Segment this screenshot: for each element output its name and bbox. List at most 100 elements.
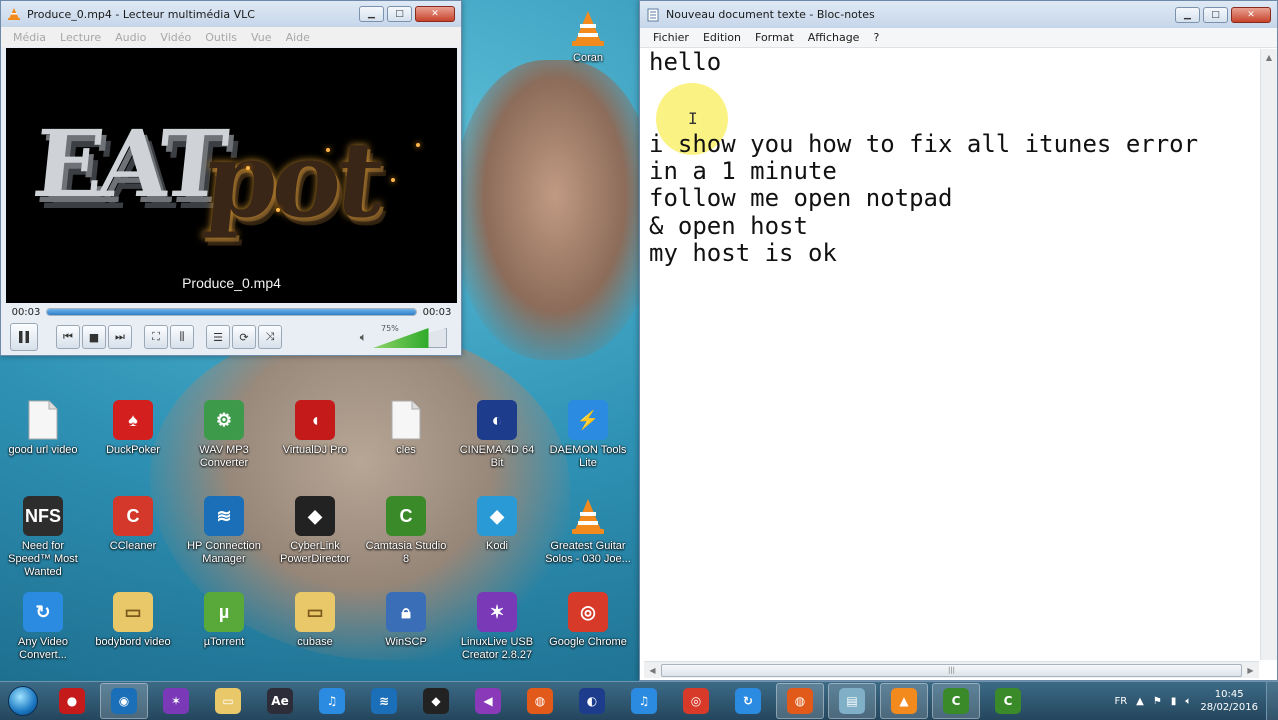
menu-fichier[interactable]: Fichier [646, 31, 696, 44]
desktop-icon[interactable]: ♠ DuckPoker [90, 400, 176, 457]
menu-video[interactable]: Vidéo [160, 31, 191, 44]
desktop-icon[interactable]: ≋ HP Connection Manager [181, 496, 267, 566]
pause-button[interactable] [10, 323, 38, 351]
close-button[interactable]: ✕ [415, 6, 455, 22]
desktop-icon[interactable]: 🔒︎ WinSCP [363, 592, 449, 649]
menu-aide[interactable]: Aide [286, 31, 310, 44]
desktop-icon[interactable]: ✶ LinuxLive USB Creator 2.8.27 [454, 592, 540, 662]
playlist-button[interactable]: ☰ [206, 325, 230, 349]
desktop-icon[interactable]: ◐ CINEMA 4D 64 Bit [454, 400, 540, 470]
desktop-icon[interactable]: µ µTorrent [181, 592, 267, 649]
desktop-icon[interactable]: ▭ cubase [272, 592, 358, 649]
desktop-icon[interactable]: cles [363, 400, 449, 457]
taskbar-button[interactable]: ↻ [724, 683, 772, 719]
fullscreen-button[interactable]: ⛶ [144, 325, 168, 349]
document-icon [386, 400, 426, 440]
stop-button[interactable]: ■ [82, 325, 106, 349]
vertical-scrollbar[interactable]: ▲ [1260, 49, 1277, 660]
menu-outils[interactable]: Outils [205, 31, 237, 44]
horizontal-scroll-thumb[interactable]: ||| [661, 663, 1242, 677]
menu-media[interactable]: Média [13, 31, 46, 44]
desktop-icon[interactable]: Coran [545, 8, 631, 65]
menu-edition[interactable]: Edition [696, 31, 748, 44]
taskbar-button[interactable]: ♫ [308, 683, 356, 719]
clock[interactable]: 10:45 28/02/2016 [1200, 688, 1258, 714]
desktop-icon[interactable]: ◆ Kodi [454, 496, 540, 553]
horizontal-scrollbar[interactable]: ◀ ||| ▶ [644, 661, 1259, 678]
minimize-button[interactable]: ▁ [1175, 6, 1200, 23]
language-indicator[interactable]: FR [1114, 696, 1127, 707]
desktop-icon[interactable]: ↻ Any Video Convert... [0, 592, 86, 662]
desktop-icon[interactable]: ▭ bodybord video [90, 592, 176, 649]
notepad-titlebar[interactable]: Nouveau document texte - Bloc-notes ▁ □ … [640, 1, 1277, 28]
vlc-window[interactable]: Produce_0.mp4 - Lecteur multimédia VLC ▁… [0, 0, 462, 356]
desktop-icon[interactable]: ◆ CyberLink PowerDirector [272, 496, 358, 566]
itunes-icon: ♫ [319, 688, 345, 714]
taskbar-button[interactable]: ≋ [360, 683, 408, 719]
taskbar-button[interactable]: C [984, 683, 1032, 719]
desktop-icon-label: good url video [8, 444, 78, 456]
taskbar-button[interactable]: ▭ [204, 683, 252, 719]
menu-audio[interactable]: Audio [115, 31, 146, 44]
menu-format[interactable]: Format [748, 31, 801, 44]
taskbar-button[interactable]: ◀ [464, 683, 512, 719]
video-area[interactable]: EAT pot Produce_0.mp4 [6, 48, 457, 303]
loop-button[interactable]: ⟳ [232, 325, 256, 349]
taskbar-button[interactable]: Ae [256, 683, 304, 719]
taskbar-button[interactable]: ▤ [828, 683, 876, 719]
menu-affichage[interactable]: Affichage [801, 31, 867, 44]
battery-icon[interactable]: ▮ [1171, 696, 1177, 707]
desktop-icon[interactable]: Greatest Guitar Solos - 030 Joe... [545, 496, 631, 566]
shuffle-button[interactable]: ⤨ [258, 325, 282, 349]
start-button[interactable] [0, 682, 46, 720]
show-desktop-button[interactable] [1266, 682, 1278, 720]
flag-icon[interactable]: ⚑ [1153, 696, 1162, 707]
desktop-icon-label: WAV MP3 Converter [199, 444, 249, 469]
desktop-icon[interactable]: C Camtasia Studio 8 [363, 496, 449, 566]
taskbar-button[interactable]: ◍ [776, 683, 824, 719]
menu-vue[interactable]: Vue [251, 31, 272, 44]
taskbar-button[interactable]: ◎ [672, 683, 720, 719]
taskbar-button[interactable]: ♫ [620, 683, 668, 719]
menu-lecture[interactable]: Lecture [60, 31, 101, 44]
maximize-button[interactable]: □ [1203, 6, 1228, 23]
scroll-up-icon[interactable]: ▲ [1261, 49, 1277, 66]
taskbar-button[interactable]: ✶ [152, 683, 200, 719]
next-button[interactable]: ⏭ [108, 325, 132, 349]
close-button[interactable]: ✕ [1231, 6, 1271, 23]
tray-arrow-icon[interactable]: ▲ [1136, 696, 1144, 707]
volume-slider[interactable]: 75% [373, 324, 447, 348]
desktop-icon[interactable]: C CCleaner [90, 496, 176, 553]
notepad-text-area[interactable]: hello i show you how to fix all itunes e… [644, 49, 1259, 660]
scroll-right-icon[interactable]: ▶ [1242, 666, 1259, 675]
desktop-icon-label: Camtasia Studio 8 [365, 540, 447, 565]
vlc-titlebar[interactable]: Produce_0.mp4 - Lecteur multimédia VLC ▁… [1, 1, 461, 27]
minimize-button[interactable]: ▁ [359, 6, 384, 22]
desktop-icon[interactable]: ⚙ WAV MP3 Converter [181, 400, 267, 470]
desktop-icon[interactable]: good url video [0, 400, 86, 457]
taskbar-button[interactable]: ◉ [100, 683, 148, 719]
controls-row: ⏮ ■ ⏭ ⛶ ⫼ ☰ ⟳ ⤨ 🔈︎ 75% [6, 321, 457, 353]
taskbar-button[interactable]: ▲ [880, 683, 928, 719]
previous-button[interactable]: ⏮ [56, 325, 80, 349]
firefox-icon: ◍ [787, 688, 813, 714]
maximize-button[interactable]: □ [387, 6, 412, 22]
notepad-window[interactable]: Nouveau document texte - Bloc-notes ▁ □ … [639, 0, 1278, 681]
desktop-icon[interactable]: ◎ Google Chrome [545, 592, 631, 649]
seek-bar[interactable] [46, 308, 417, 316]
taskbar-button[interactable]: ● [48, 683, 96, 719]
desktop-icon-label: VirtualDJ Pro [282, 444, 348, 456]
desktop-icon-label: Greatest Guitar Solos - 030 Joe... [545, 540, 631, 565]
desktop-icon[interactable]: ◖ VirtualDJ Pro [272, 400, 358, 457]
extended-settings-button[interactable]: ⫼ [170, 325, 194, 349]
volume-icon[interactable]: 🔈︎ [1185, 696, 1191, 707]
desktop-icon[interactable]: ⚡ DAEMON Tools Lite [545, 400, 631, 470]
taskbar-button[interactable]: ◆ [412, 683, 460, 719]
taskbar-button[interactable]: ◐ [568, 683, 616, 719]
taskbar-button[interactable]: C [932, 683, 980, 719]
scroll-left-icon[interactable]: ◀ [644, 666, 661, 675]
speaker-icon[interactable]: 🔈︎ [360, 330, 367, 345]
desktop-icon[interactable]: NFS Need for Speed™ Most Wanted [0, 496, 86, 579]
menu-help[interactable]: ? [866, 31, 886, 44]
taskbar-button[interactable]: ◍ [516, 683, 564, 719]
